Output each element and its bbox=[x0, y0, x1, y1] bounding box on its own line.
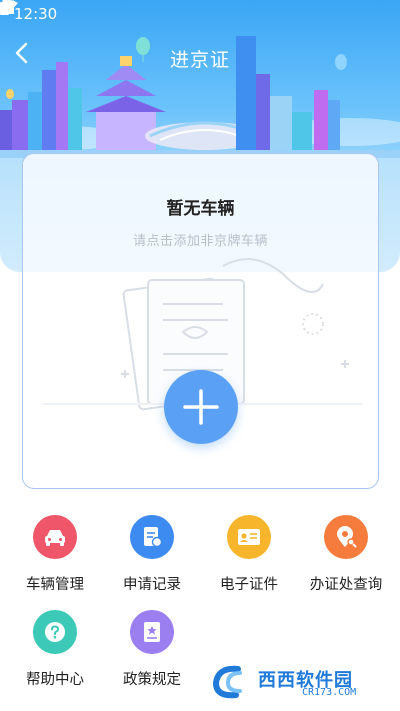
empty-state-title: 暂无车辆 bbox=[166, 199, 235, 219]
grid-item-policy[interactable]: 政策规定 bbox=[102, 610, 202, 690]
grid-item-help-center[interactable]: 帮助中心 bbox=[5, 610, 105, 690]
grid-item-office-search[interactable]: 办证处查询 bbox=[296, 515, 396, 595]
grid-item-vehicle-management[interactable]: 车辆管理 bbox=[5, 515, 105, 595]
nav-bar: 进京证 bbox=[0, 36, 400, 80]
policy-book-icon bbox=[130, 610, 174, 654]
back-button[interactable] bbox=[14, 42, 46, 74]
status-bar: 12:30 bbox=[0, 0, 400, 28]
grid-item-label: 申请记录 bbox=[123, 577, 181, 593]
grid-item-application-records[interactable]: 申请记录 bbox=[102, 515, 202, 595]
grid-item-label: 政策规定 bbox=[123, 672, 181, 688]
help-icon bbox=[33, 610, 77, 654]
plus-icon bbox=[183, 389, 219, 425]
location-search-icon bbox=[324, 515, 368, 559]
grid-item-e-certificate[interactable]: 电子证件 bbox=[199, 515, 299, 595]
vehicle-card: 暂无车辆 请点击添加非京牌车辆 bbox=[22, 153, 379, 489]
grid-item-label: 车辆管理 bbox=[26, 577, 84, 593]
site-watermark: 西西软件园 CR173.COM bbox=[210, 663, 388, 701]
add-vehicle-button[interactable] bbox=[164, 370, 238, 444]
watermark-domain: CR173.COM bbox=[302, 687, 357, 698]
empty-state-subtitle: 请点击添加非京牌车辆 bbox=[132, 234, 268, 249]
status-time: 12:30 bbox=[14, 5, 58, 23]
page-title: 进京证 bbox=[169, 48, 230, 71]
chevron-left-icon bbox=[15, 42, 28, 64]
grid-item-label: 电子证件 bbox=[220, 577, 278, 593]
watermark-logo-icon bbox=[212, 665, 242, 699]
id-card-icon bbox=[227, 515, 271, 559]
car-icon bbox=[33, 515, 77, 559]
grid-item-label: 帮助中心 bbox=[26, 672, 84, 688]
battery-icon bbox=[0, 0, 9, 15]
document-icon bbox=[130, 515, 174, 559]
grid-item-label: 办证处查询 bbox=[309, 577, 383, 593]
